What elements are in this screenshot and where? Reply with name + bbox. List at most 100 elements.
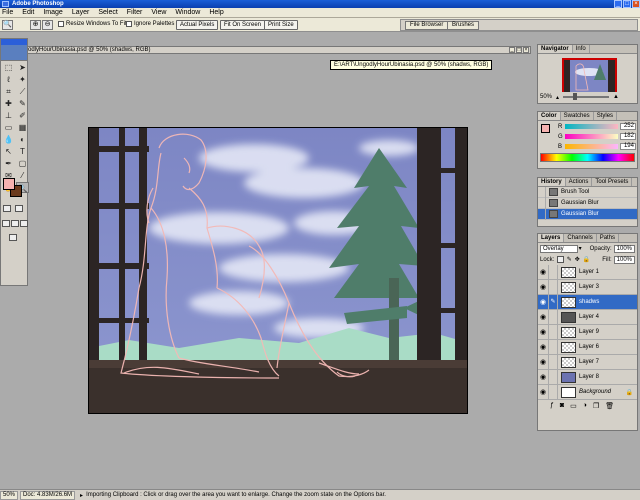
adjustment-layer-icon[interactable]: ◑ xyxy=(583,402,587,409)
zoom-out-icon[interactable]: ⊖ xyxy=(42,20,53,30)
tab-info[interactable]: Info xyxy=(573,45,590,53)
eye-icon[interactable]: ◉ xyxy=(538,324,549,340)
zoom-out-small-icon[interactable]: ▴ xyxy=(556,94,559,101)
layer-link-cell[interactable] xyxy=(549,324,558,340)
brush-link-icon[interactable]: ✎ xyxy=(549,294,558,310)
quick-mask-mode-icon[interactable] xyxy=(15,205,23,212)
close-icon[interactable]: × xyxy=(632,0,640,8)
layer-row[interactable]: ◉ Layer 1 xyxy=(538,264,637,280)
red-slider[interactable] xyxy=(565,124,618,129)
zoom-in-small-icon[interactable]: ▲ xyxy=(613,94,619,100)
slice-tool-icon[interactable]: ⟋ xyxy=(16,86,29,97)
foreground-color-swatch[interactable] xyxy=(3,178,15,190)
actual-pixels-button[interactable]: Actual Pixels xyxy=(176,20,219,30)
crop-tool-icon[interactable]: ⌗ xyxy=(2,86,15,97)
history-brush-tool-icon[interactable]: ✐ xyxy=(16,110,29,121)
layer-link-cell[interactable] xyxy=(549,354,558,370)
menu-edit[interactable]: Edit xyxy=(22,9,34,16)
eye-icon[interactable]: ◉ xyxy=(538,279,549,295)
maximize-icon[interactable]: □ xyxy=(623,0,631,8)
menu-file[interactable]: File xyxy=(2,9,13,16)
gradient-tool-icon[interactable]: ▦ xyxy=(16,122,29,133)
eye-icon[interactable]: ◉ xyxy=(538,339,549,355)
menu-filter[interactable]: Filter xyxy=(127,9,143,16)
tab-layers[interactable]: Layers xyxy=(538,234,565,242)
zoom-tool-preset-icon[interactable]: 🔍 xyxy=(2,20,13,30)
red-value[interactable]: 252 xyxy=(619,123,636,130)
blue-slider[interactable] xyxy=(565,144,618,149)
tab-channels[interactable]: Channels xyxy=(564,234,597,242)
ignore-palettes-checkbox[interactable]: Ignore Palettes xyxy=(126,21,174,27)
opacity-input[interactable]: 100% xyxy=(613,244,635,253)
layer-link-cell[interactable] xyxy=(549,264,558,280)
blend-dropdown-icon[interactable]: ▾ xyxy=(579,245,582,252)
doc-close-icon[interactable]: × xyxy=(523,47,529,53)
layer-link-cell[interactable] xyxy=(549,309,558,325)
trash-icon[interactable]: 🗑 xyxy=(605,402,614,410)
image-canvas[interactable] xyxy=(88,127,468,414)
lasso-tool-icon[interactable]: ℓ xyxy=(2,74,15,85)
standard-mode-icon[interactable] xyxy=(3,205,11,212)
eye-icon[interactable]: ◉ xyxy=(538,369,549,385)
screen-mode-menus-icon[interactable] xyxy=(11,220,19,227)
screen-mode-standard-icon[interactable] xyxy=(2,220,10,227)
layer-row[interactable]: ◉ Layer 9 xyxy=(538,324,637,340)
history-snapshot-toggle[interactable] xyxy=(538,186,546,198)
blue-value[interactable]: 194 xyxy=(619,143,636,150)
layer-link-cell[interactable] xyxy=(549,279,558,295)
green-slider[interactable] xyxy=(565,134,618,139)
history-item[interactable]: Brush Tool xyxy=(538,186,637,198)
layer-row-selected[interactable]: ◉ ✎ shadws xyxy=(538,294,637,310)
color-spectrum-ramp[interactable] xyxy=(540,153,635,162)
tab-brushes[interactable]: Brushes xyxy=(447,21,480,30)
menu-window[interactable]: Window xyxy=(175,9,200,16)
pen-tool-icon[interactable]: ✒ xyxy=(2,158,15,169)
lock-move-icon[interactable]: ✥ xyxy=(575,256,580,263)
minimize-icon[interactable]: _ xyxy=(614,0,622,8)
blend-mode-select[interactable]: Overlay xyxy=(540,244,578,253)
dodge-tool-icon[interactable]: ◐ xyxy=(16,134,29,145)
menu-layer[interactable]: Layer xyxy=(72,9,90,16)
fill-input[interactable]: 100% xyxy=(613,255,635,264)
lock-transparency-icon[interactable] xyxy=(557,256,564,263)
tab-paths[interactable]: Paths xyxy=(597,234,620,242)
brush-tool-icon[interactable]: ✎ xyxy=(16,98,29,109)
navigator-zoom-slider[interactable] xyxy=(563,93,610,100)
magic-wand-tool-icon[interactable]: ✦ xyxy=(16,74,29,85)
history-snapshot-toggle[interactable] xyxy=(538,208,546,220)
lock-paint-icon[interactable]: ✎ xyxy=(567,256,572,263)
green-value[interactable]: 182 xyxy=(619,133,636,140)
clone-stamp-tool-icon[interactable]: ⊥ xyxy=(2,110,15,121)
path-selection-tool-icon[interactable]: ↖ xyxy=(2,146,15,157)
move-tool-icon[interactable]: ➤ xyxy=(16,62,29,73)
status-doc-size[interactable]: Doc: 4.83M/26.6M xyxy=(20,490,76,500)
jump-to-imageready-icon[interactable] xyxy=(9,234,17,241)
tab-swatches[interactable]: Swatches xyxy=(561,112,594,120)
layer-link-cell[interactable] xyxy=(549,384,558,400)
eye-icon[interactable]: ◉ xyxy=(538,264,549,280)
tab-file-browser[interactable]: File Browser xyxy=(405,21,449,30)
eye-icon[interactable]: ◉ xyxy=(538,309,549,325)
doc-maximize-icon[interactable]: □ xyxy=(516,47,522,53)
menu-image[interactable]: Image xyxy=(43,9,62,16)
adobe-online-icon[interactable] xyxy=(1,45,27,61)
history-snapshot-toggle[interactable] xyxy=(538,197,546,209)
tab-color[interactable]: Color xyxy=(538,112,561,120)
resize-windows-checkbox[interactable]: Resize Windows To Fit xyxy=(58,21,127,27)
layer-mask-icon[interactable]: ◙ xyxy=(560,402,564,409)
history-item-selected[interactable]: Gaussian Blur xyxy=(538,208,637,220)
doc-minimize-icon[interactable]: _ xyxy=(509,47,515,53)
screen-mode-full-icon[interactable] xyxy=(20,220,28,227)
tab-styles[interactable]: Styles xyxy=(594,112,618,120)
layer-row[interactable]: ◉ Background 🔒 xyxy=(538,384,637,400)
layer-row[interactable]: ◉ Layer 6 xyxy=(538,339,637,355)
document-title-bar[interactable]: UngodlyHourUbinasia.psd @ 50% (shadws, R… xyxy=(6,46,531,54)
slider-handle[interactable] xyxy=(573,93,578,100)
layer-row[interactable]: ◉ Layer 8 xyxy=(538,369,637,385)
zoom-in-icon[interactable]: ⊕ xyxy=(30,20,41,30)
eye-icon[interactable]: ◉ xyxy=(538,294,549,310)
menu-view[interactable]: View xyxy=(151,9,166,16)
layer-style-icon[interactable]: ƒ xyxy=(550,402,554,409)
eye-icon[interactable]: ◉ xyxy=(538,384,549,400)
color-panel-fg-swatch[interactable] xyxy=(541,124,550,133)
